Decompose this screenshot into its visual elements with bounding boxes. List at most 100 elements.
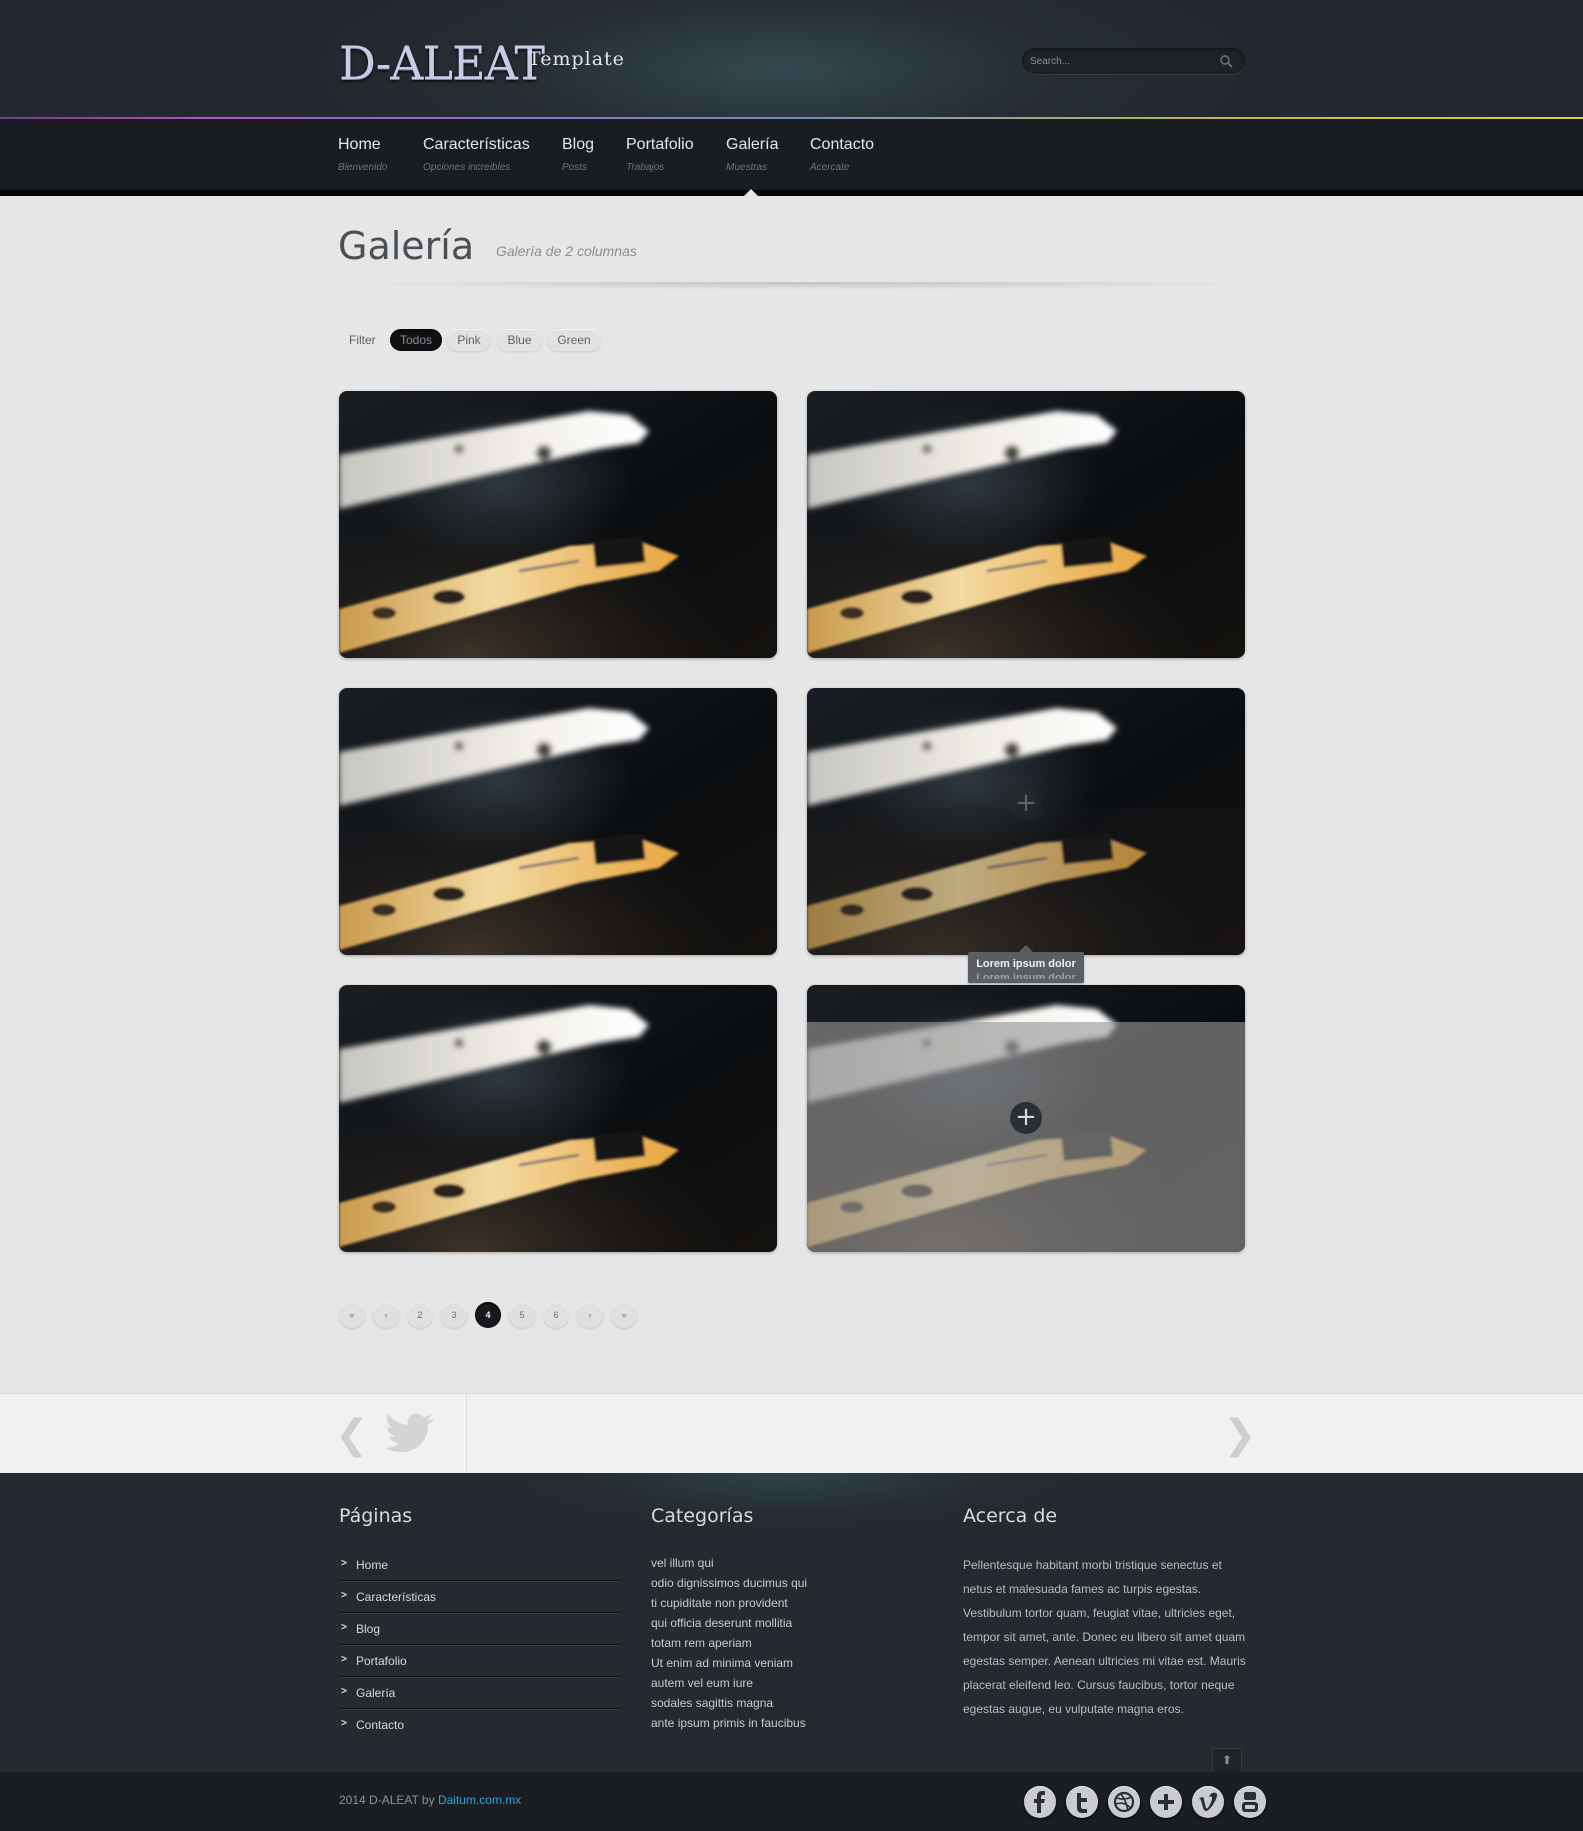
- nav-item-portafolio[interactable]: Portafolio Trabajos: [626, 136, 694, 173]
- gallery-item[interactable]: +: [807, 985, 1245, 1252]
- bottom-bar: 2014 D-ALEAT by Daitum.com.mx: [0, 1772, 1583, 1831]
- footer-link-portafolio[interactable]: > Portafolio: [339, 1645, 621, 1677]
- facebook-icon[interactable]: [1024, 1786, 1056, 1818]
- gallery-image: [339, 985, 777, 1252]
- category-item[interactable]: totam rem aperiam: [651, 1633, 911, 1653]
- dribbble-icon[interactable]: [1108, 1786, 1140, 1818]
- site-logo[interactable]: D-ALEAT: [339, 36, 545, 90]
- nav-sublabel: Muestras: [726, 162, 768, 173]
- chevron-right-icon: >: [341, 1686, 347, 1697]
- nav-sublabel: Acercate: [810, 162, 850, 173]
- chevron-right-icon: >: [341, 1558, 347, 1569]
- nav-label: Home: [338, 136, 381, 153]
- footer-link-blog[interactable]: > Blog: [339, 1613, 621, 1645]
- back-to-top-button[interactable]: ⬆: [1212, 1748, 1242, 1772]
- category-item[interactable]: ti cupiditate non provident: [651, 1593, 911, 1613]
- chevron-right-icon: >: [341, 1590, 347, 1601]
- nav-sublabel: Bienvenido: [338, 162, 388, 173]
- nav-item-galeria[interactable]: Galería Muestras: [726, 136, 778, 173]
- chevron-right-icon: >: [341, 1622, 347, 1633]
- filter-pink[interactable]: Pink: [447, 329, 491, 351]
- nav-item-home[interactable]: Home Bienvenido: [338, 136, 387, 173]
- vimeo-icon[interactable]: [1192, 1786, 1224, 1818]
- gallery-image: [339, 391, 777, 658]
- footer-link-label: Portafolio: [356, 1654, 407, 1668]
- footer-link-galeria[interactable]: > Galería: [339, 1677, 621, 1709]
- filter-green[interactable]: Green: [547, 329, 601, 351]
- filter-todos[interactable]: Todos: [390, 329, 442, 351]
- category-item[interactable]: ante ipsum primis in faucibus: [651, 1713, 911, 1733]
- footer-about-title: Acerca de: [963, 1505, 1058, 1527]
- footer-link-caracteristicas[interactable]: > Características: [339, 1581, 621, 1613]
- footer-pages-title: Páginas: [339, 1505, 413, 1527]
- nav-label: Contacto: [810, 136, 875, 153]
- zoom-plus-icon[interactable]: +: [1010, 1102, 1042, 1134]
- page-3[interactable]: 3: [441, 1302, 467, 1328]
- gallery-item[interactable]: [339, 688, 777, 955]
- footer-link-label: Características: [356, 1590, 437, 1604]
- tooltip-ghost-text: Lorem ipsum dolor: [976, 972, 1076, 979]
- plus-icon[interactable]: [1150, 1786, 1182, 1818]
- page-4-current[interactable]: 4: [475, 1302, 501, 1328]
- footer-categories-title: Categorías: [651, 1505, 754, 1527]
- page-prev[interactable]: ‹: [373, 1302, 399, 1328]
- nav-item-blog[interactable]: Blog Posts: [562, 136, 594, 173]
- page-last[interactable]: »: [611, 1302, 637, 1328]
- filter-blue[interactable]: Blue: [497, 329, 542, 351]
- twitter-bird-icon: [385, 1413, 435, 1452]
- page-5[interactable]: 5: [509, 1302, 535, 1328]
- search-icon[interactable]: [1219, 54, 1233, 68]
- site-logo-sub: Template: [528, 48, 625, 70]
- twitter-divider: [466, 1394, 467, 1474]
- category-item[interactable]: Ut enim ad minima veniam: [651, 1653, 911, 1673]
- nav-sublabel: Trabajos: [626, 162, 665, 173]
- gallery-image: [807, 391, 1245, 658]
- category-item[interactable]: qui officia deserunt mollitia: [651, 1613, 911, 1633]
- twitter-icon[interactable]: [1066, 1786, 1098, 1818]
- page-first[interactable]: «: [339, 1302, 365, 1328]
- search-box: [1022, 48, 1245, 74]
- page-2[interactable]: 2: [407, 1302, 433, 1328]
- zoom-plus-icon[interactable]: +: [1010, 788, 1042, 820]
- category-item[interactable]: sodales sagittis magna: [651, 1693, 911, 1713]
- page-next[interactable]: ›: [577, 1302, 603, 1328]
- twitter-next-button[interactable]: ❯: [1223, 1412, 1257, 1458]
- chevron-right-icon: >: [341, 1718, 347, 1729]
- gallery-item[interactable]: [339, 391, 777, 658]
- footer-link-home[interactable]: > Home: [339, 1549, 621, 1581]
- tooltip-arrow: [1019, 945, 1033, 952]
- hover-overlay: [807, 1022, 1245, 1252]
- main-nav: Home Bienvenido Características Opciones…: [0, 119, 1583, 192]
- category-item[interactable]: odio dignissimos ducimus qui: [651, 1573, 911, 1593]
- filter-label: Filter: [349, 333, 376, 347]
- nav-label: Portafolio: [626, 136, 694, 153]
- nav-label: Características: [423, 136, 530, 153]
- youtube-icon[interactable]: [1234, 1786, 1266, 1818]
- page-subtitle: Galería de 2 columnas: [496, 243, 637, 259]
- category-item[interactable]: vel illum qui: [651, 1553, 911, 1573]
- site-header: D-ALEAT Template: [0, 0, 1583, 117]
- footer-link-label: Blog: [356, 1622, 381, 1636]
- search-input[interactable]: [1030, 52, 1210, 70]
- nav-label: Blog: [562, 136, 595, 153]
- footer-categories-list: vel illum qui odio dignissimos ducimus q…: [651, 1553, 911, 1733]
- page-title: Galería: [338, 224, 475, 268]
- nav-item-caracteristicas[interactable]: Características Opciones increibles: [423, 136, 530, 173]
- twitter-prev-button[interactable]: ❮: [335, 1412, 369, 1458]
- title-divider: [338, 282, 1273, 302]
- copyright-brand-link[interactable]: Daitum.com.mx: [438, 1793, 521, 1807]
- gallery-item[interactable]: +: [807, 688, 1245, 955]
- footer-link-label: Galería: [356, 1686, 396, 1700]
- gallery-tooltip: Lorem ipsum dolor Lorem ipsum dolor: [968, 952, 1084, 983]
- gallery-item[interactable]: [339, 985, 777, 1252]
- tooltip-text: Lorem ipsum dolor: [976, 958, 1076, 970]
- gallery-item[interactable]: [807, 391, 1245, 658]
- category-item[interactable]: autem vel eum iure: [651, 1673, 911, 1693]
- nav-item-contacto[interactable]: Contacto Acercate: [810, 136, 874, 173]
- chevron-right-icon: >: [341, 1654, 347, 1665]
- page-6[interactable]: 6: [543, 1302, 569, 1328]
- footer-about-text: Pellentesque habitant morbi tristique se…: [963, 1558, 1246, 1716]
- footer-link-label: Home: [356, 1558, 389, 1572]
- footer-link-contacto[interactable]: > Contacto: [339, 1709, 621, 1741]
- copyright-text: 2014 D-ALEAT by: [339, 1793, 438, 1807]
